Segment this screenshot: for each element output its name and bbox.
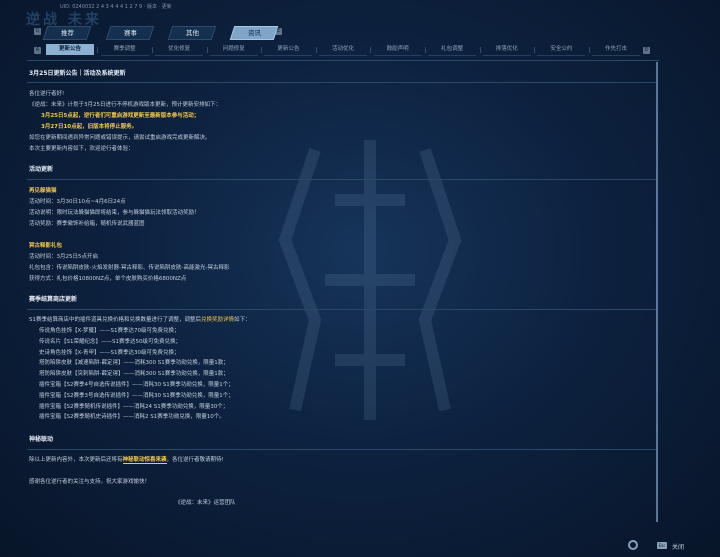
shop-item: 传说角色挂饰【X-梦魇】——S1赛季达70级可免费兑换；: [39, 328, 180, 334]
paragraph: 如您在更新期间遇到异常问题或错误提示，请尝试重启游戏完成更新解决。: [29, 135, 211, 141]
highlight-paragraph: 3月27日10点起，旧版本将停止服务。: [41, 124, 138, 130]
activity-title: 再见躲猫猫: [29, 188, 57, 194]
shop-item: 史诗角色挂饰【X-青甲】——S1赛季达30级可免费兑换；: [39, 349, 180, 356]
subtab-separator: [261, 47, 263, 53]
top-bar: 逆战 未来 UID: 0240032 2 4 3 4 4 4 1 2 7 9 ·…: [0, 0, 720, 28]
shop-item: 塔防陷阱皮肤【突刺陷阱-薛定谔】——消耗300 S1赛季功勋兑换，限量1款；: [39, 371, 229, 378]
divider: [27, 82, 657, 83]
tab-label: 资讯: [247, 29, 261, 37]
subtab-0[interactable]: 更新公告: [46, 44, 94, 55]
paragraph: 本次主要更新内容如下，欢迎逆行者体验：: [29, 146, 134, 152]
subtab-separator: [315, 47, 317, 53]
mystery-highlight: 神秘联动惊喜来袭: [122, 457, 167, 464]
subtab-separator: [206, 47, 208, 53]
subtab-separator: [479, 47, 481, 53]
tab-label: 赛事: [123, 29, 137, 37]
activity-reward: 活动奖励：赛季徽饰补给箱，随机传说武器蓝图: [29, 221, 145, 227]
uid-text: UID: 0240032 2 4 3 4 4 4 1 2 7 9 · 版本 · …: [60, 4, 172, 10]
tab-2[interactable]: 其他: [167, 26, 217, 40]
subtab-separator: [588, 47, 590, 53]
activity-time: 活动时间：3月25日5点开启: [29, 254, 98, 260]
subtab-10[interactable]: 作先打击: [592, 44, 640, 56]
section-heading: 赛季结算商店更新: [29, 296, 78, 303]
subtab-6[interactable]: 鼓励声明: [373, 44, 422, 56]
highlight-paragraph: 3月25日5点起，逆行者们可重启游戏更新至最新版本参与活动；: [41, 113, 200, 119]
subtab-5[interactable]: 活动优化: [319, 44, 367, 56]
greeting: 各位逆行者好!: [29, 91, 65, 97]
shop-intro-end: 如下：: [234, 317, 251, 323]
divider: [27, 309, 657, 310]
announcement-panel: 3月25日更新公告｜活动及系统更新 各位逆行者好! 《逆战：未来》计划于3月25…: [27, 60, 659, 527]
subtab-separator: [424, 47, 426, 53]
subtab-separator: [534, 47, 536, 53]
tab-label: 推荐: [60, 29, 74, 37]
subtab-separator: [97, 47, 99, 53]
divider: [27, 179, 657, 180]
subtab-8[interactable]: 排落优化: [482, 44, 531, 56]
subtab-separator: [151, 47, 153, 53]
article-title: 3月25日更新公告｜活动及系统更新: [29, 70, 126, 77]
activity-price: 获得方式：礼包价格10800NZ点，单个皮肤购买价格6800NZ点: [29, 276, 187, 282]
shop-item: 插件宝箱【S2赛季随机史诗插件】——消耗2 S1赛季功勋兑换，限量10个。: [39, 414, 225, 421]
subtab-4[interactable]: 更新公告: [264, 44, 313, 56]
subtab-7[interactable]: 礼包调整: [428, 44, 477, 56]
activity-title: 冥古释影礼包: [29, 243, 63, 249]
mystery-paragraph: 除以上更新内容外，本次更新后还将有神秘联动惊喜来袭，各位逆行者敬请期待!: [29, 455, 224, 466]
mystery-end: ，各位逆行者敬请期待!: [166, 457, 224, 463]
activity-time: 活动时间：3月30日10点~4月6日24点: [29, 199, 126, 205]
tab-1[interactable]: 赛事: [105, 26, 155, 40]
shop-intro-highlight: 兑换奖励详情: [201, 317, 235, 323]
tab-0[interactable]: 推荐: [42, 26, 92, 40]
subtab-9[interactable]: 安全公约: [537, 44, 586, 56]
bottom-bar: Esc 关闭: [620, 538, 720, 556]
section-heading: 神秘联动: [29, 436, 54, 443]
shop-intro: S1赛季结算商店中的插件道具兑换价格和兑换数量进行了调整，调整后兑换奖励详情如下…: [29, 315, 251, 326]
shop-item: 插件宝箱【S2赛季3号自选传说插件】——消耗30 S1赛季功勋兑换，限量1个；: [39, 392, 234, 399]
signature: 《逆战：未来》运营团队: [175, 500, 236, 506]
subtab-3[interactable]: 问题修复: [209, 44, 258, 56]
divider: [27, 449, 657, 450]
paragraph: 《逆战：未来》计划于3月25日进行不停机游戏版本更新，预计更新安排如下：: [29, 102, 222, 108]
subtab-1[interactable]: 赛季调整: [100, 44, 149, 56]
scrollbar-thumb[interactable]: [656, 62, 658, 522]
shop-item: 传说名片【S1荣耀纪念】——S1赛季达50级可免费兑换；: [39, 338, 181, 345]
activity-content: 礼包包含：传说陷阱皮肤-火焰发射器-冥古释影、传说陷阱皮肤-高能激光-冥古释影: [29, 265, 230, 271]
shop-item: 插件宝箱【S2赛季4号自选传说插件】——消耗30 S1赛季功勋兑换，限量1个；: [39, 382, 234, 388]
settings-icon[interactable]: [628, 540, 638, 550]
shop-item: 插件宝箱【S2赛季随机传说插件】——消耗24 S1赛季功勋兑换，限量30个；: [39, 403, 229, 410]
close-button[interactable]: 关闭: [672, 542, 684, 551]
activity-desc: 活动说明：限时玩法躲猫猫即将结束，参与躲猫猫玩法领取活动奖励！: [29, 210, 200, 216]
thanks-text: 感谢各位逆行者的关注与支持，祝大家游戏愉快！: [29, 479, 151, 485]
subtab-separator: [370, 47, 372, 53]
prev-tab-key-icon[interactable]: Q: [34, 28, 41, 35]
shop-item: 塔防陷阱皮肤【减速陷阱-薛定谔】——消耗300 S1赛季功勋兑换，限量1款；: [39, 360, 229, 367]
sub-tabs: 更新公告 赛季调整 优化修复 问题修复 更新公告 活动优化 鼓励声明 礼包调整 排落优化 安全公约…: [28, 44, 650, 56]
mystery-text: 除以上更新内容外，本次更新后还将有: [29, 457, 123, 463]
esc-key-icon[interactable]: Esc: [657, 542, 667, 549]
section-heading: 活动更新: [29, 166, 54, 173]
shop-intro-text: S1赛季结算商店中的插件道具兑换价格和兑换数量进行了调整，调整后: [29, 317, 201, 323]
subtab-2[interactable]: 优化修复: [155, 44, 204, 56]
tab-3[interactable]: 资讯: [229, 26, 279, 40]
tab-label: 其他: [185, 29, 199, 37]
